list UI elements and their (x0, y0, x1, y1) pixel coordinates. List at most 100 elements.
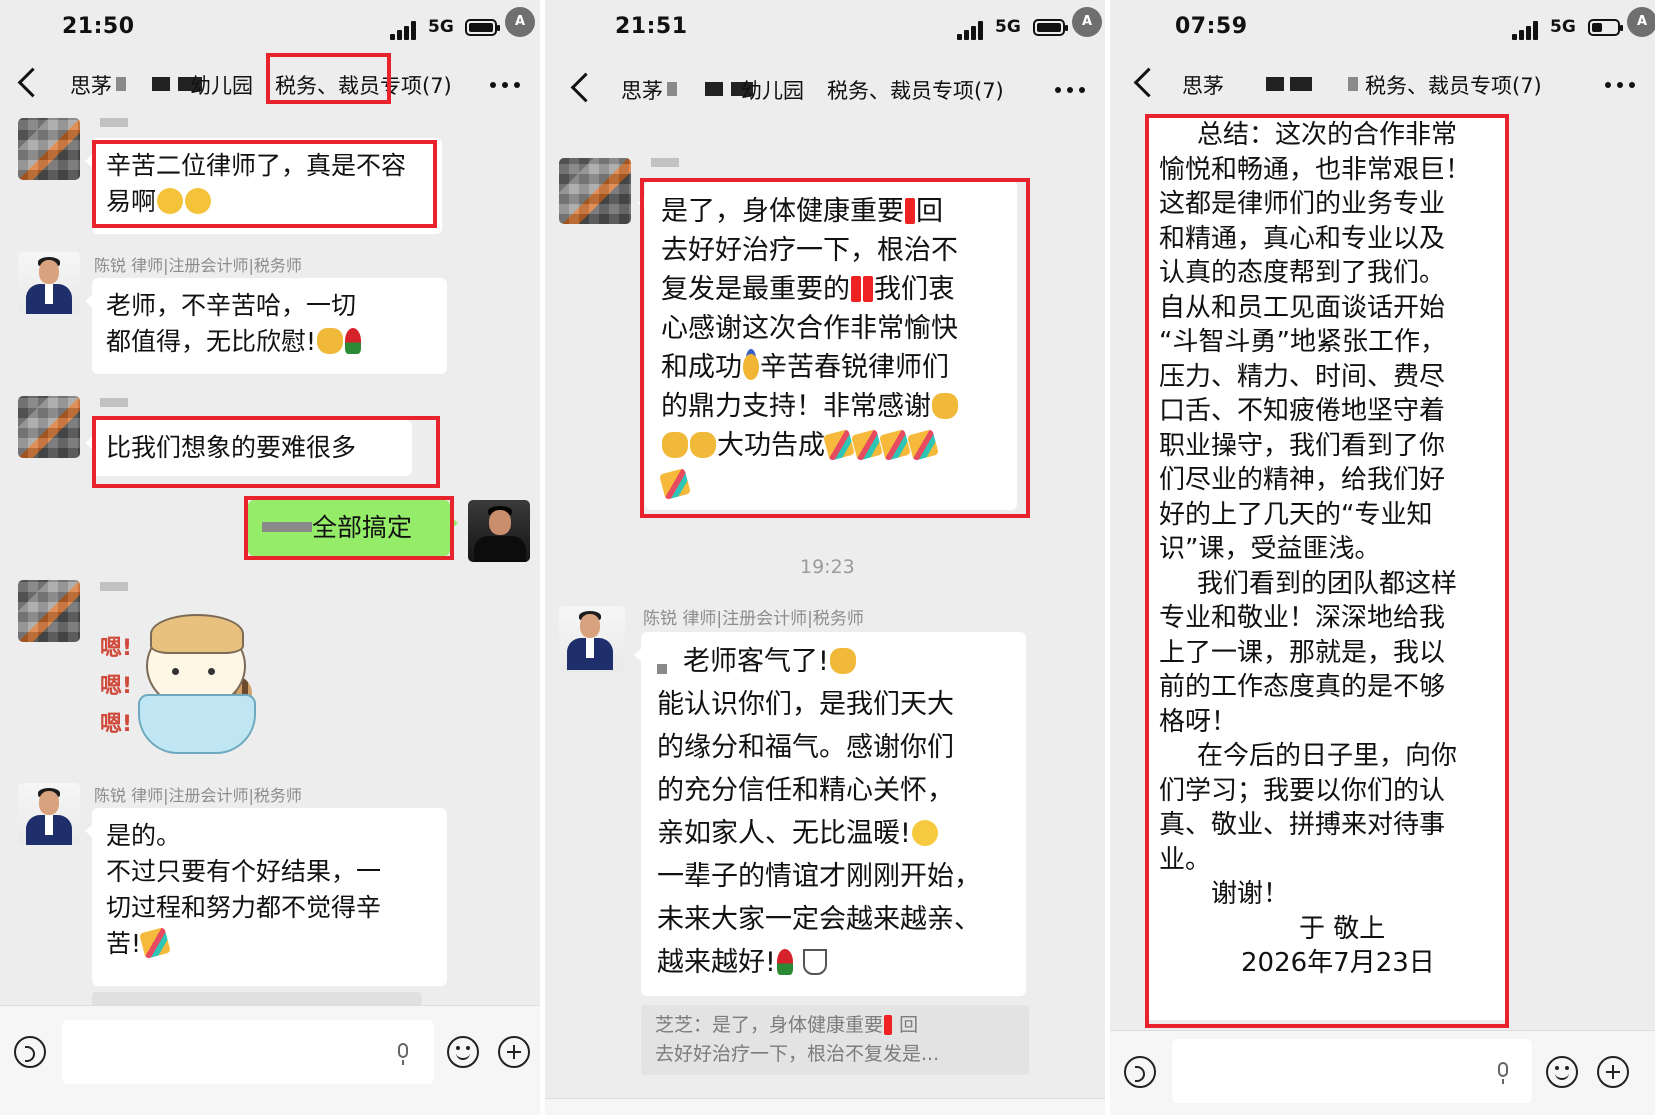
chat-screen-3: 07:59 5G A 思茅 税务、裁员专项(7) 总结：这次的合作非常 愉悦和畅… (1110, 0, 1655, 1115)
party-popper-emoji-icon (139, 927, 171, 959)
message-text: 都值得，无比欣慰! (106, 327, 317, 356)
back-arrow-icon[interactable] (570, 72, 601, 103)
contact-name: 思茅 (70, 74, 112, 98)
message-text: 一辈子的情谊才刚刚开始， (657, 861, 981, 892)
avatar[interactable] (18, 783, 80, 845)
quote-text: 芝芝：是了，身体健康重要 (655, 1014, 884, 1036)
exclamation-emoji-icon (884, 1015, 893, 1035)
more-icon[interactable] (1055, 87, 1085, 93)
sender-name (100, 398, 128, 407)
message-text: 切过程和努力都不觉得辛 (106, 893, 382, 922)
message-bubble[interactable]: 是的。 不过只要有个好结果，一 切过程和努力都不觉得辛 苦! (85, 808, 447, 986)
message-input[interactable] (1172, 1039, 1532, 1103)
contact-name: 思茅 (621, 79, 663, 103)
message-text: 老师客气了! (683, 646, 829, 677)
message-text: 苦! (106, 929, 142, 958)
highlight-box (640, 178, 1030, 518)
avatar[interactable] (18, 580, 80, 642)
pray-emoji-icon (829, 648, 856, 674)
redacted-text (1290, 77, 1312, 91)
redacted-text (1348, 77, 1358, 91)
highlight-box (92, 416, 440, 488)
redacted-text (152, 77, 170, 91)
emoji-icon[interactable] (447, 1036, 479, 1068)
highlight-box (244, 496, 454, 560)
coffee-emoji-icon (803, 949, 828, 975)
signal-icon (1512, 20, 1542, 40)
message-text: 未来大家一定会越来越亲、 (657, 904, 981, 935)
translate-icon[interactable]: A (505, 7, 535, 37)
input-bar (545, 1098, 1105, 1115)
microphone-icon[interactable] (398, 1043, 408, 1065)
chat-title: 税务、裁员专项(7) (827, 79, 1004, 103)
sticker-text: 嗯! (100, 674, 133, 699)
redacted-text (705, 82, 723, 96)
highlight-box (266, 53, 391, 104)
sender-name (100, 118, 128, 127)
sender-name: 陈锐 律师|注册会计师|税务师 (94, 786, 302, 805)
avatar-self[interactable] (468, 500, 530, 562)
message-bubble[interactable]: 老师客气了! 能认识你们，是我们天大 的缘分和福气。感谢你们 的充分信任和精心关… (634, 632, 1026, 996)
network-type: 5G (995, 17, 1021, 37)
avatar[interactable] (559, 158, 631, 224)
message-bubble[interactable]: 老师，不辛苦哈，一切 都值得，无比欣慰! (85, 278, 447, 374)
message-timestamp: 19:23 (800, 556, 855, 578)
quote-text: 去好好治疗一下，根治不复发是... (655, 1043, 940, 1065)
highlight-box (1145, 114, 1509, 1028)
redacted-text (657, 664, 667, 674)
network-type: 5G (428, 17, 454, 37)
rose-emoji-icon (776, 949, 793, 975)
battery-icon (1033, 19, 1068, 36)
status-bar: 07:59 5G A (1110, 0, 1655, 58)
avatar[interactable] (18, 118, 80, 180)
status-bar: 21:50 5G A (0, 0, 540, 58)
chat-title-part: 幼儿园 (190, 74, 253, 98)
redacted-text (116, 77, 126, 91)
avatar[interactable] (559, 606, 625, 672)
chat-header: 思茅 税务、裁员专项(7) (1110, 58, 1655, 114)
voice-mode-icon[interactable] (14, 1036, 46, 1068)
more-actions-icon[interactable] (1597, 1056, 1629, 1088)
quote-text: 回 (899, 1014, 919, 1036)
message-text: 的缘分和福气。感谢你们 (657, 732, 954, 763)
message-text: 是的。 (106, 821, 182, 850)
message-text: 亲如家人、无比温暖! (657, 818, 911, 849)
emoji-icon[interactable] (1546, 1056, 1578, 1088)
more-actions-icon[interactable] (498, 1036, 530, 1068)
status-time: 07:59 (1175, 14, 1248, 39)
sender-name: 陈锐 律师|注册会计师|税务师 (643, 609, 864, 629)
bear-sticker[interactable]: 嗯! 嗯! 嗯! (100, 612, 260, 762)
message-text: 越来越好! (657, 947, 776, 978)
more-icon[interactable] (1605, 82, 1635, 88)
sticker-text: 嗯! (100, 712, 133, 737)
redacted-text (1266, 77, 1284, 91)
message-input[interactable] (62, 1020, 434, 1084)
chat-screen-1: 21:50 5G A 思茅 幼儿园 税务、裁员专项(7) 辛苦二位律师了，真是不… (0, 0, 540, 1115)
message-text: 不过只要有个好结果，一 (106, 857, 382, 886)
translate-icon[interactable]: A (1072, 7, 1102, 37)
chat-title-part: 幼儿园 (741, 79, 804, 103)
sender-name: 陈锐 律师|注册会计师|税务师 (94, 256, 302, 275)
quoted-message[interactable]: 芝芝：是了，身体健康重要 回 去好好治疗一下，根治不复发是... (641, 1005, 1029, 1075)
microphone-icon[interactable] (1498, 1062, 1508, 1084)
sticker-text: 嗯! (100, 636, 133, 661)
avatar[interactable] (18, 252, 80, 314)
voice-mode-icon[interactable] (1124, 1056, 1156, 1088)
back-arrow-icon[interactable] (17, 67, 48, 98)
back-arrow-icon[interactable] (1133, 67, 1164, 98)
translate-icon[interactable]: A (1627, 7, 1655, 37)
chat-title: 税务、裁员专项(7) (1365, 74, 1542, 98)
input-bar (0, 1005, 540, 1115)
quote-preview-clipped (92, 992, 422, 1006)
message-text: 能认识你们，是我们天大 (657, 689, 954, 720)
chat-header: 思茅 幼儿园 税务、裁员专项(7) (545, 63, 1105, 119)
status-time: 21:50 (62, 14, 135, 39)
avatar[interactable] (18, 396, 80, 458)
network-type: 5G (1550, 17, 1576, 37)
message-text: 老师，不辛苦哈，一切 (106, 291, 357, 320)
signal-icon (390, 20, 420, 40)
status-bar: 21:51 5G A (545, 0, 1105, 58)
blush-emoji-icon (911, 820, 938, 846)
more-icon[interactable] (490, 82, 520, 88)
chat-screen-2: 21:51 5G A 思茅 幼儿园 税务、裁员专项(7) 是了，身体健康重要回 … (545, 0, 1105, 1115)
